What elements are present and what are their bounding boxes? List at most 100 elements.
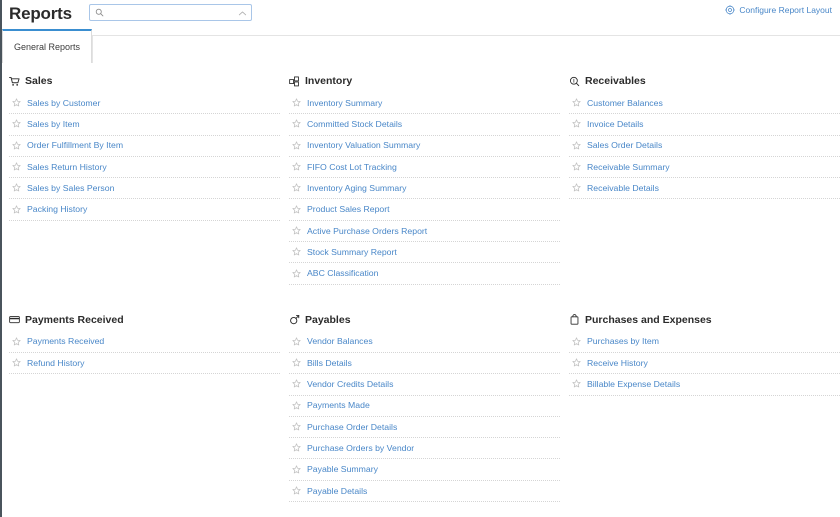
report-link[interactable]: Payable Summary [307, 465, 378, 474]
list-item[interactable]: Receivable Details [569, 178, 840, 200]
star-outline-icon[interactable] [292, 137, 301, 155]
report-link[interactable]: Inventory Aging Summary [307, 184, 406, 193]
list-item[interactable]: Order Fulfillment By Item [9, 136, 280, 157]
star-outline-icon[interactable] [292, 354, 301, 372]
report-link[interactable]: Sales by Sales Person [27, 184, 114, 193]
star-outline-icon[interactable] [572, 179, 581, 197]
list-item[interactable]: Active Purchase Orders Report [289, 221, 560, 243]
list-item[interactable]: Vendor Credits Details [289, 374, 560, 396]
star-outline-icon[interactable] [12, 179, 21, 197]
star-outline-icon[interactable] [292, 439, 301, 457]
list-item[interactable]: Purchase Order Details [289, 417, 560, 439]
report-link[interactable]: Refund History [27, 359, 84, 368]
star-outline-icon[interactable] [12, 115, 21, 133]
star-outline-icon[interactable] [292, 418, 301, 436]
list-item[interactable]: Sales by Customer [9, 93, 280, 115]
star-outline-icon[interactable] [12, 137, 21, 155]
tab-general-reports[interactable]: General Reports [2, 29, 92, 63]
list-item[interactable]: Receive History [569, 353, 840, 375]
report-link[interactable]: FIFO Cost Lot Tracking [307, 162, 397, 172]
star-outline-icon[interactable] [572, 137, 581, 155]
configure-report-layout-button[interactable]: Configure Report Layout [725, 5, 832, 15]
report-link[interactable]: Sales Return History [27, 162, 107, 172]
list-item[interactable]: Inventory Aging Summary [289, 178, 560, 200]
list-item[interactable]: Vendor Balances [289, 332, 560, 353]
report-link[interactable]: Customer Balances [587, 99, 663, 108]
star-outline-icon[interactable] [572, 354, 581, 372]
report-link[interactable]: Purchase Orders by Vendor [307, 444, 414, 453]
list-item[interactable]: Payments Made [289, 396, 560, 417]
report-link[interactable]: Payments Received [27, 337, 104, 346]
star-outline-icon[interactable] [292, 201, 301, 219]
report-link[interactable]: Vendor Credits Details [307, 380, 393, 389]
star-outline-icon[interactable] [292, 222, 301, 240]
list-item[interactable]: Receivable Summary [569, 157, 840, 179]
report-link[interactable]: Purchase Order Details [307, 422, 397, 432]
report-link[interactable]: Order Fulfillment By Item [27, 141, 123, 150]
list-item[interactable]: Invoice Details [569, 114, 840, 136]
report-link[interactable]: Sales by Item [27, 120, 80, 129]
chevron-up-icon[interactable] [238, 4, 247, 22]
list-item[interactable]: Customer Balances [569, 93, 840, 115]
report-link[interactable]: Billable Expense Details [587, 380, 680, 389]
list-item[interactable]: Sales by Item [9, 114, 280, 136]
star-outline-icon[interactable] [292, 397, 301, 415]
list-item[interactable]: Product Sales Report [289, 199, 560, 221]
report-link[interactable]: Inventory Valuation Summary [307, 141, 420, 150]
star-outline-icon[interactable] [12, 333, 21, 351]
report-link[interactable]: Bills Details [307, 359, 352, 368]
report-link[interactable]: Packing History [27, 205, 87, 214]
search-input[interactable] [104, 6, 238, 19]
list-item[interactable]: Payable Details [289, 481, 560, 503]
star-outline-icon[interactable] [572, 94, 581, 112]
list-item[interactable]: ABC Classification [289, 263, 560, 285]
list-item[interactable]: Sales Order Details [569, 136, 840, 157]
star-outline-icon[interactable] [292, 243, 301, 261]
star-outline-icon[interactable] [12, 158, 21, 176]
report-link[interactable]: Stock Summary Report [307, 248, 397, 257]
star-outline-icon[interactable] [292, 482, 301, 500]
list-item[interactable]: Payments Received [9, 332, 280, 353]
report-link[interactable]: Product Sales Report [307, 205, 390, 214]
report-link[interactable]: Purchases by Item [587, 337, 659, 346]
list-item[interactable]: Bills Details [289, 353, 560, 375]
star-outline-icon[interactable] [572, 333, 581, 351]
report-link[interactable]: Sales by Customer [27, 99, 100, 108]
list-item[interactable]: Committed Stock Details [289, 114, 560, 136]
list-item[interactable]: Billable Expense Details [569, 374, 840, 396]
report-link[interactable]: Inventory Summary [307, 99, 382, 108]
star-outline-icon[interactable] [292, 94, 301, 112]
report-link[interactable]: Receivable Summary [587, 162, 670, 172]
report-link[interactable]: Vendor Balances [307, 337, 373, 346]
star-outline-icon[interactable] [292, 115, 301, 133]
report-link[interactable]: Active Purchase Orders Report [307, 226, 427, 236]
report-link[interactable]: Invoice Details [587, 120, 644, 129]
report-link[interactable]: Payments Made [307, 401, 370, 410]
report-link[interactable]: Receivable Details [587, 184, 659, 193]
list-item[interactable]: Sales Return History [9, 157, 280, 179]
list-item[interactable]: Purchase Orders by Vendor [289, 438, 560, 460]
list-item[interactable]: Inventory Summary [289, 93, 560, 115]
list-item[interactable]: Stock Summary Report [289, 242, 560, 264]
star-outline-icon[interactable] [292, 375, 301, 393]
star-outline-icon[interactable] [572, 158, 581, 176]
list-item[interactable]: FIFO Cost Lot Tracking [289, 157, 560, 179]
list-item[interactable]: Packing History [9, 199, 280, 221]
star-outline-icon[interactable] [572, 375, 581, 393]
list-item[interactable]: Refund History [9, 353, 280, 375]
star-outline-icon[interactable] [292, 179, 301, 197]
search-box[interactable] [89, 4, 252, 21]
report-link[interactable]: Committed Stock Details [307, 120, 402, 129]
star-outline-icon[interactable] [12, 201, 21, 219]
star-outline-icon[interactable] [292, 333, 301, 351]
report-link[interactable]: Receive History [587, 359, 648, 368]
list-item[interactable]: Payable Summary [289, 459, 560, 481]
list-item[interactable]: Sales by Sales Person [9, 178, 280, 200]
star-outline-icon[interactable] [292, 265, 301, 283]
list-item[interactable]: Purchases by Item [569, 332, 840, 353]
list-item[interactable]: Inventory Valuation Summary [289, 136, 560, 157]
report-link[interactable]: ABC Classification [307, 269, 378, 278]
report-link[interactable]: Sales Order Details [587, 141, 662, 150]
star-outline-icon[interactable] [292, 461, 301, 479]
star-outline-icon[interactable] [12, 94, 21, 112]
